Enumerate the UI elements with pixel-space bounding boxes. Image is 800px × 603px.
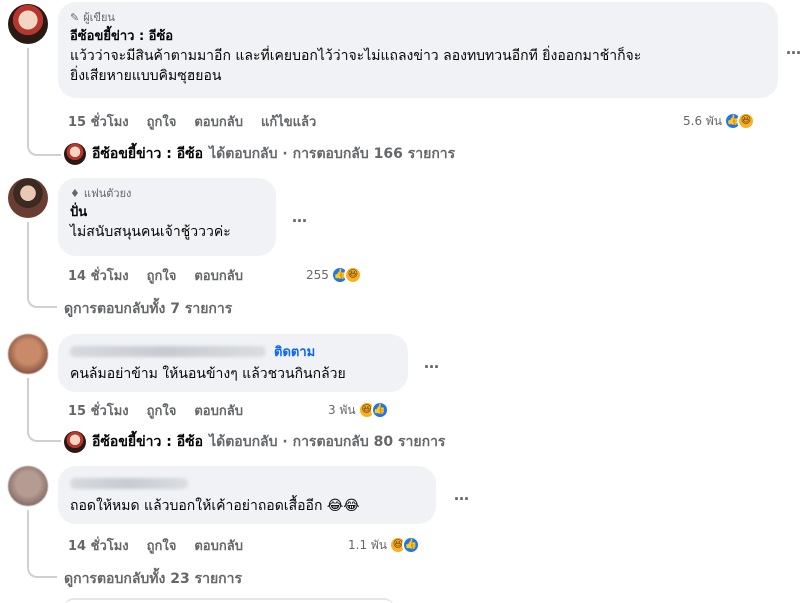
reply-summary[interactable]: อีซ้อขยี้ข่าว : อีซ้อ ได้ตอบกลับ · การตอ… <box>64 143 455 165</box>
thread-line <box>27 560 57 578</box>
next-comment-edge <box>64 598 394 603</box>
reply-author: อีซ้อขยี้ข่าว : อีซ้อ <box>92 146 204 162</box>
like-button[interactable]: ถูกใจ <box>147 265 177 286</box>
reply-count: ได้ตอบกลับ · การตอบกลับ 80 รายการ <box>209 434 446 450</box>
avatar <box>64 143 86 165</box>
follow-button[interactable]: ติดตาม <box>274 341 315 362</box>
reply-button[interactable]: ตอบกลับ <box>194 265 243 286</box>
author-badge: ผู้เขียน <box>70 10 766 24</box>
like-button[interactable]: ถูกใจ <box>147 535 177 556</box>
comment-author[interactable]: ปั่น <box>70 204 264 222</box>
reply-button[interactable]: ตอบกลับ <box>194 111 243 132</box>
comment-text: แว้วว่าจะมีสินค้าตามมาอีก และที่เคยบอกไว… <box>70 48 642 84</box>
view-more-replies[interactable]: ดูการตอบกลับทั้ง 23 รายการ <box>64 568 242 590</box>
reply-button[interactable]: ตอบกลับ <box>194 535 243 556</box>
comment-bubble: แฟนตัวยง ปั่น ไม่สนับสนุนคนเจ้าชู้วววค่ะ <box>58 178 276 256</box>
reply-count: ได้ตอบกลับ · การตอบกลับ 166 รายการ <box>209 146 456 162</box>
reply-button[interactable]: ตอบกลับ <box>194 400 243 421</box>
reaction-summary[interactable]: 255 👍 😆 <box>306 265 362 285</box>
avatar[interactable] <box>8 334 48 374</box>
reaction-count: 5.6 พัน <box>683 113 723 128</box>
comment-text: ไม่สนับสนุนคนเจ้าชู้วววค่ะ <box>70 224 231 240</box>
author-name-blurred[interactable] <box>70 345 266 357</box>
comment-time[interactable]: 15 ชั่วโมง <box>68 111 129 132</box>
more-options-button[interactable]: … <box>786 40 800 58</box>
more-options-button[interactable]: … <box>292 208 308 226</box>
comment-actions: 15 ชั่วโมง ถูกใจ ตอบกลับ แก้ไขแล้ว <box>68 112 316 130</box>
reaction-summary[interactable]: 5.6 พัน 👍 😆 <box>683 111 756 131</box>
comment-actions: 14 ชั่วโมง ถูกใจ ตอบกลับ <box>68 266 243 284</box>
reaction-count: 3 พัน <box>328 402 356 417</box>
avatar[interactable] <box>8 466 48 506</box>
comment-time[interactable]: 15 ชั่วโมง <box>68 400 129 421</box>
comment-author[interactable]: อีซ้อขยี้ข่าว : อีซ้อ <box>70 28 766 46</box>
like-button[interactable]: ถูกใจ <box>147 111 177 132</box>
reaction-summary[interactable]: 3 พัน 😆 👍 <box>328 400 389 420</box>
like-icon: 👍 <box>370 401 389 419</box>
haha-icon: 😆 <box>737 112 756 130</box>
more-options-button[interactable]: … <box>454 486 470 504</box>
avatar[interactable] <box>8 178 48 218</box>
pencil-icon <box>70 11 79 24</box>
view-more-replies[interactable]: ดูการตอบกลับทั้ง 7 รายการ <box>64 298 232 320</box>
thread-line <box>27 138 61 156</box>
thread-line <box>27 222 29 296</box>
avatar <box>64 431 86 453</box>
reaction-count: 255 <box>306 268 329 282</box>
reply-summary[interactable]: อีซ้อขยี้ข่าว : อีซ้อ ได้ตอบกลับ · การตอ… <box>64 431 445 453</box>
comment-bubble: ถอดให้หมด แล้วบอกให้เค้าอย่าถอดเสื้ออีก … <box>58 466 436 524</box>
comment-actions: 14 ชั่วโมง ถูกใจ ตอบกลับ <box>68 536 243 554</box>
reply-author: อีซ้อขยี้ข่าว : อีซ้อ <box>92 434 204 450</box>
thread-line <box>27 48 29 140</box>
fan-badge: แฟนตัวยง <box>70 186 264 200</box>
author-name-blurred[interactable] <box>70 477 188 489</box>
comment-time[interactable]: 14 ชั่วโมง <box>68 265 129 286</box>
reaction-summary[interactable]: 1.1 พัน 😆 👍 <box>348 535 421 555</box>
edited-label: แก้ไขแล้ว <box>260 114 317 130</box>
more-options-button[interactable]: … <box>424 354 440 372</box>
diamond-icon <box>70 187 80 200</box>
thread-line <box>27 510 29 566</box>
reaction-count: 1.1 พัน <box>348 537 388 552</box>
comment-actions: 15 ชั่วโมง ถูกใจ ตอบกลับ <box>68 401 243 419</box>
comment-text: ถอดให้หมด แล้วบอกให้เค้าอย่าถอดเสื้ออีก … <box>70 498 360 514</box>
avatar[interactable] <box>8 4 48 44</box>
thread-line <box>27 424 61 442</box>
comment-bubble: ผู้เขียน อีซ้อขยี้ข่าว : อีซ้อ แว้วว่าจะ… <box>58 2 778 98</box>
like-icon: 👍 <box>402 536 421 554</box>
comment-bubble: ติดตาม คนล้มอย่าข้าม ให้นอนข้างๆ แล้วชวน… <box>58 334 408 392</box>
comment-time[interactable]: 14 ชั่วโมง <box>68 535 129 556</box>
comment-text: คนล้มอย่าข้าม ให้นอนข้างๆ แล้วชวนกินกล้ว… <box>70 366 346 382</box>
like-button[interactable]: ถูกใจ <box>147 400 177 421</box>
haha-icon: 😆 <box>343 266 362 284</box>
thread-line <box>27 290 57 308</box>
